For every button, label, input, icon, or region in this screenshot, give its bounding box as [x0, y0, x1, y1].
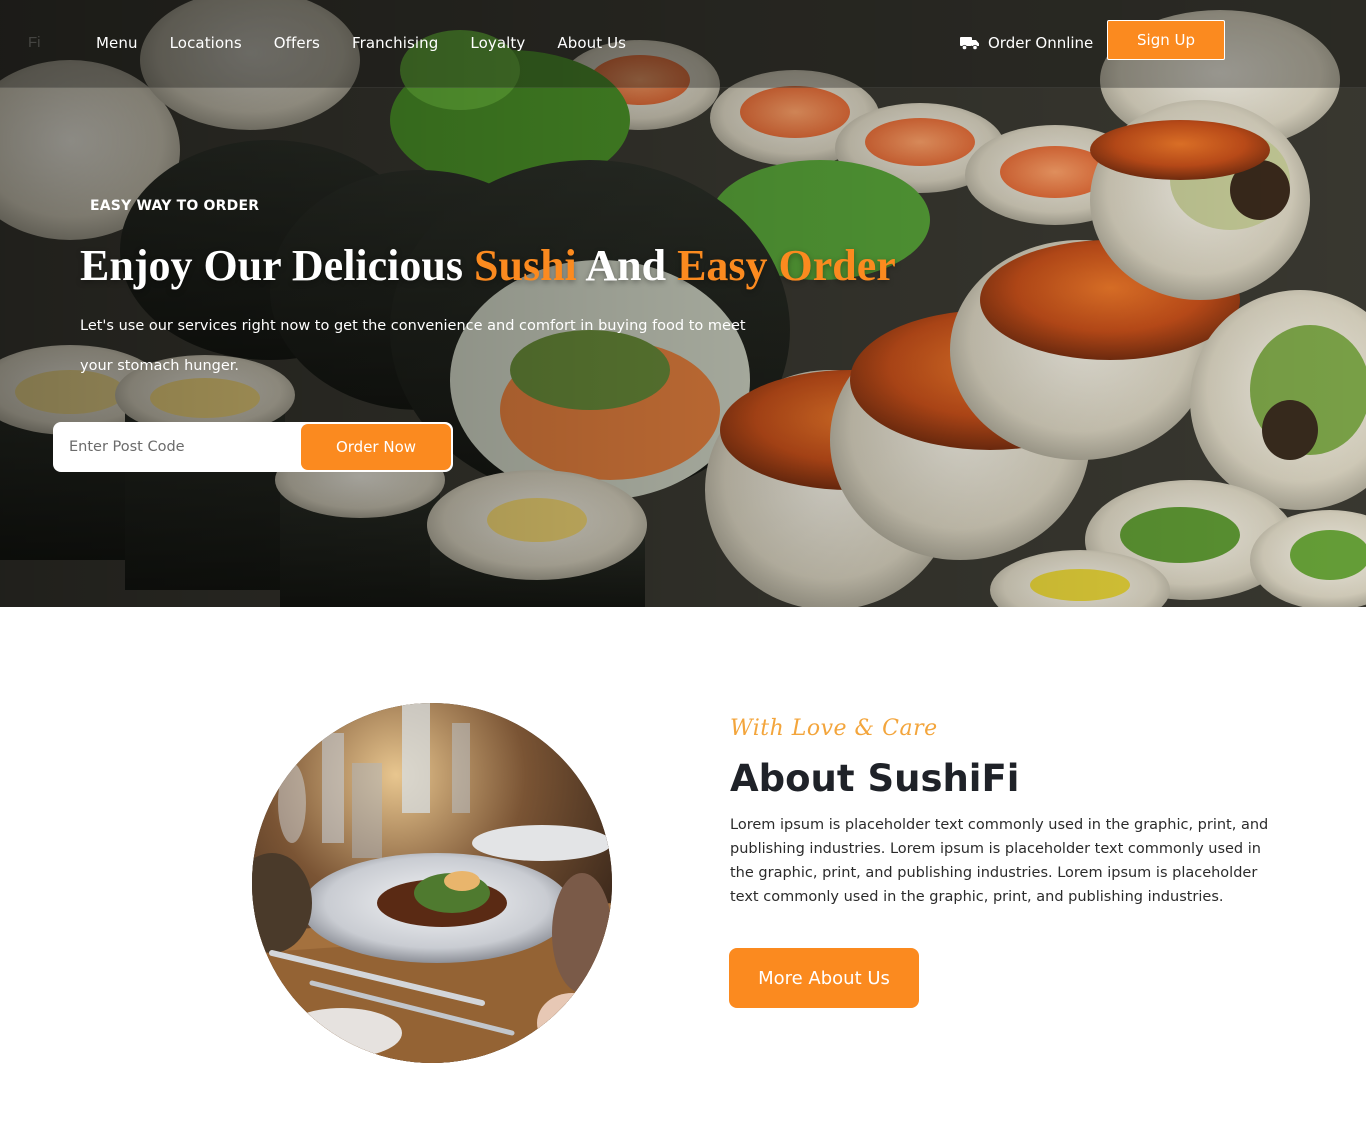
nav-link-menu[interactable]: Menu — [96, 34, 138, 52]
hero-title-part1: Enjoy Our Delicious — [80, 241, 475, 290]
nav-link-locations[interactable]: Locations — [170, 34, 242, 52]
sign-up-button[interactable]: Sign Up — [1107, 20, 1225, 60]
postcode-form: Order Now — [53, 422, 453, 472]
nav-links: Menu Locations Offers Franchising Loyalt… — [96, 34, 626, 52]
hero-title-accent-sushi: Sushi — [474, 241, 577, 290]
nav-link-franchising[interactable]: Franchising — [352, 34, 438, 52]
nav-link-about-us[interactable]: About Us — [557, 34, 626, 52]
hero-section: Fi Menu Locations Offers Franchising Loy… — [0, 0, 1366, 607]
top-navbar: Fi Menu Locations Offers Franchising Loy… — [0, 0, 1366, 88]
hero-title-accent-easy-order: Easy Order — [677, 241, 896, 290]
hero-description: Let's use our services right now to get … — [80, 318, 746, 374]
order-online-link[interactable]: Order Onnline — [960, 34, 1093, 52]
nav-link-loyalty[interactable]: Loyalty — [470, 34, 525, 52]
about-text: Lorem ipsum is placeholder text commonly… — [730, 817, 1269, 905]
about-script-tagline: With Love & Care — [730, 716, 938, 741]
order-online-label: Order Onnline — [988, 34, 1094, 52]
order-now-button[interactable]: Order Now — [301, 424, 451, 470]
restaurant-dish-photo — [252, 703, 612, 1063]
hero-sushi-image — [0, 0, 1366, 607]
truck-icon — [960, 35, 980, 51]
nav-link-offers[interactable]: Offers — [274, 34, 320, 52]
about-title: About SushiFi — [730, 757, 1020, 800]
hero-title-part2: And — [576, 241, 678, 290]
more-about-us-button[interactable]: More About Us — [729, 948, 919, 1008]
site-logo[interactable]: Fi — [28, 34, 41, 51]
postcode-input[interactable] — [69, 424, 309, 470]
hero-eyebrow: EASY WAY TO ORDER — [90, 198, 260, 214]
hero-title: Enjoy Our Delicious Sushi And Easy Order — [80, 240, 896, 291]
